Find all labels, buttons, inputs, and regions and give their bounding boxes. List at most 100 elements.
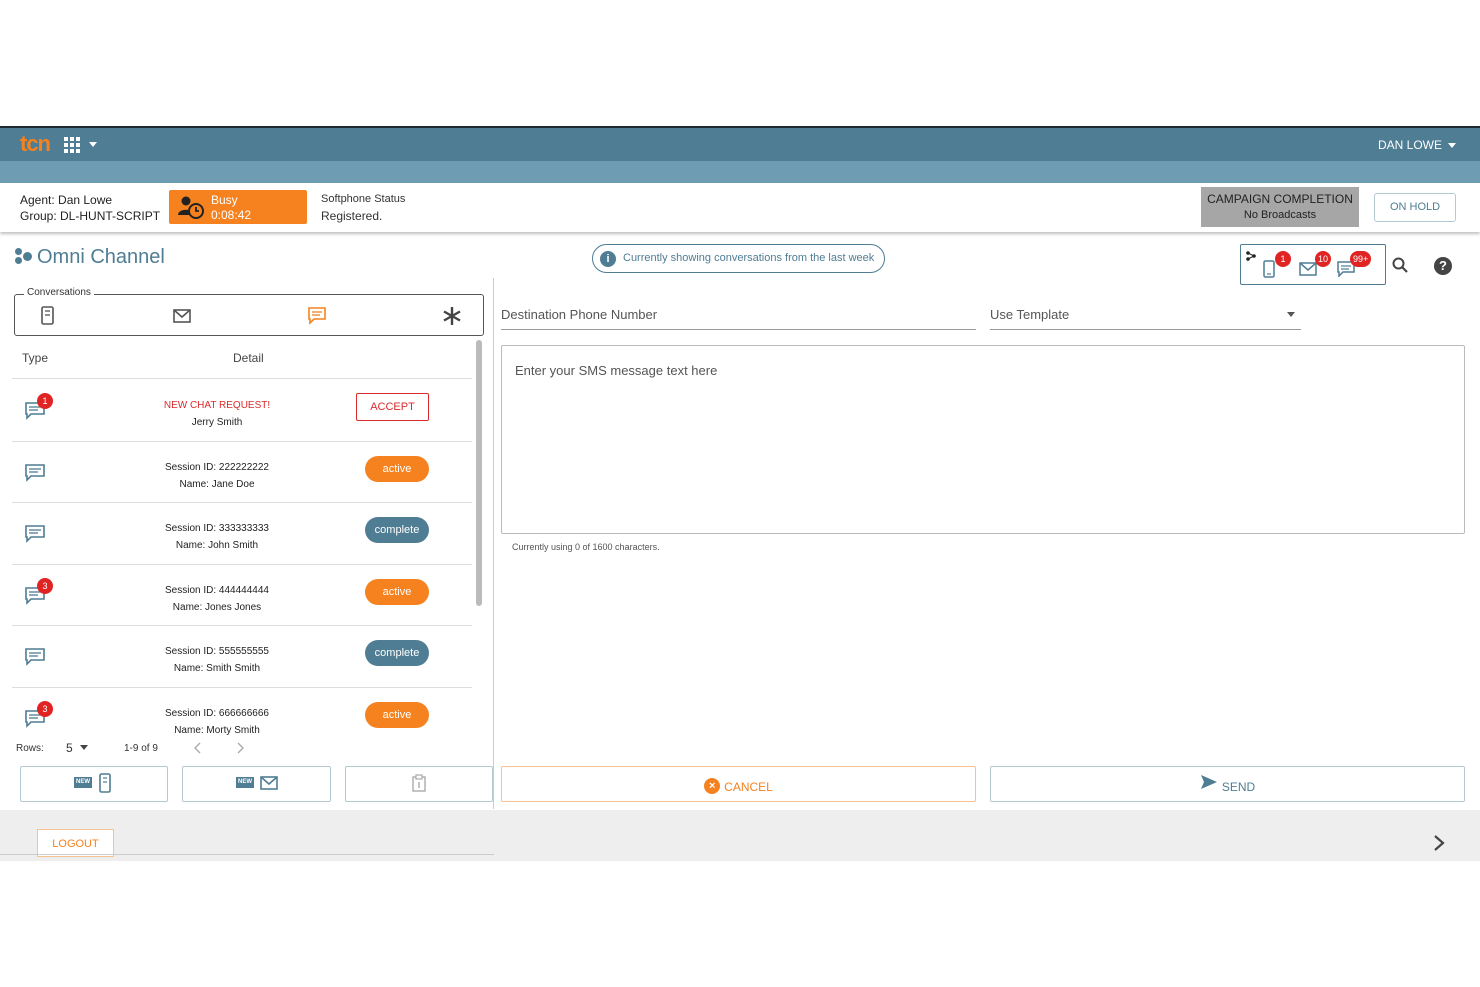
next-page-chevron-icon[interactable] <box>236 742 244 754</box>
unread-badge: 1 <box>37 393 53 409</box>
session-name: Name: Jones Jones <box>172 601 262 613</box>
panel-divider <box>493 278 494 809</box>
new-sms-button[interactable]: NEW <box>20 766 168 802</box>
row-detail: Session ID: 555555555 Name: Smith Smith <box>132 643 302 677</box>
row-detail-name: Jerry Smith <box>191 417 243 428</box>
on-hold-button[interactable]: ON HOLD <box>1374 193 1456 222</box>
info-icon: i <box>600 251 616 267</box>
page-title: Omni Channel <box>15 246 165 269</box>
tab-sms-phone-icon[interactable] <box>36 305 58 327</box>
session-name: Name: Morty Smith <box>174 724 260 736</box>
agent-name: Agent: Dan Lowe <box>20 193 113 207</box>
chat-icon <box>25 463 45 482</box>
info-banner: i Currently showing conversations from t… <box>592 244 885 273</box>
tab-chat-icon[interactable] <box>306 305 328 327</box>
info-banner-text: Currently showing conversations from the… <box>623 252 875 264</box>
page-title-text: Omni Channel <box>37 246 165 268</box>
conversations-channel-tabs: Conversations <box>14 287 484 336</box>
sms-phone-icon[interactable] <box>1263 260 1275 278</box>
new-email-button[interactable]: NEW <box>182 766 331 802</box>
status-timer: 0:08:42 <box>211 208 252 222</box>
apps-chevron-down-icon[interactable] <box>89 142 97 147</box>
accept-button[interactable]: ACCEPT <box>356 393 429 421</box>
rows-chevron-down-icon[interactable] <box>80 745 88 750</box>
table-row[interactable]: Session ID: 555555555 Name: Smith Smith … <box>12 626 472 688</box>
footer-bar: LOGOUT <box>0 810 1480 861</box>
campaign-subtitle: No Broadcasts <box>1243 209 1317 221</box>
footer-divider <box>0 854 494 855</box>
session-id: Session ID: 222222222 <box>165 461 269 473</box>
softphone-label: Softphone Status <box>321 193 406 205</box>
unread-badge: 3 <box>37 700 53 717</box>
row-detail: Session ID: 444444444 Name: Jones Jones <box>132 582 302 616</box>
status-badge[interactable]: active <box>365 701 429 728</box>
agent-status-busy[interactable]: Busy 0:08:42 <box>169 190 307 224</box>
send-button[interactable]: SEND <box>990 766 1465 802</box>
table-row[interactable]: 1 NEW CHAT REQUEST! Jerry Smith ACCEPT <box>12 380 472 442</box>
logout-button[interactable]: LOGOUT <box>37 829 114 857</box>
share-icon[interactable] <box>1246 251 1256 261</box>
table-row[interactable]: 3 Session ID: 666666666 Name: Morty Smit… <box>12 688 472 738</box>
agent-info: Agent: Dan Lowe Group: DL-HUNT-SCRIPT <box>20 192 160 224</box>
session-id: Session ID: 666666666 <box>165 707 269 719</box>
campaign-title: CAMPAIGN COMPLETION <box>1207 192 1353 206</box>
chat-icon <box>25 648 45 666</box>
use-template-label: Use Template <box>990 307 1070 322</box>
rows-per-page-label: Rows: <box>16 743 44 754</box>
sub-navbar <box>0 161 1480 183</box>
send-label: SEND <box>1221 780 1256 794</box>
campaign-status: CAMPAIGN COMPLETION No Broadcasts <box>1201 187 1359 227</box>
clipboard-icon <box>412 774 426 792</box>
cancel-button[interactable]: × CANCEL <box>501 766 976 802</box>
session-id: Session ID: 333333333 <box>165 523 269 534</box>
tcn-logo[interactable]: tcn <box>20 131 51 157</box>
table-row[interactable]: Session ID: 222222222 Name: Jane Doe act… <box>12 442 472 503</box>
status-badge[interactable]: complete <box>365 517 429 543</box>
status-badge[interactable]: active <box>365 455 429 482</box>
chevron-right-icon[interactable] <box>1432 834 1446 852</box>
session-id: Session ID: 444444444 <box>165 584 269 596</box>
omni-channel-icon <box>15 247 33 265</box>
tab-email-icon[interactable] <box>171 305 193 327</box>
agent-group: Group: DL-HUNT-SCRIPT <box>20 209 161 223</box>
phone-icon <box>99 773 111 793</box>
column-header-type: Type <box>22 351 49 365</box>
top-navbar: tcn DAN LOWE <box>0 126 1480 161</box>
search-icon[interactable] <box>1392 257 1408 273</box>
softphone-value: Registered. <box>321 209 383 223</box>
email-icon <box>260 776 278 790</box>
agent-status-bar: Agent: Dan Lowe Group: DL-HUNT-SCRIPT Bu… <box>0 183 1480 232</box>
conversations-scrollbar[interactable] <box>476 340 482 606</box>
rows-per-page-select[interactable]: 5 <box>66 741 73 755</box>
user-chevron-down-icon[interactable] <box>1448 143 1456 148</box>
session-name: Name: John Smith <box>175 540 259 551</box>
app-window: tcn DAN LOWE Agent: Dan Lowe Group: DL-H… <box>0 126 1480 861</box>
sms-count-badge: 1 <box>1275 251 1291 267</box>
use-template-select[interactable]: Use Template <box>990 302 1301 330</box>
status-badge[interactable]: complete <box>365 640 429 666</box>
clipboard-button[interactable] <box>345 766 493 802</box>
page-range: 1-9 of 9 <box>124 743 158 754</box>
email-icon[interactable] <box>1299 262 1317 276</box>
status-label: Busy <box>211 193 238 207</box>
session-name: Name: Smith Smith <box>173 663 261 674</box>
session-name: Name: Jane Doe <box>179 478 255 490</box>
help-icon[interactable]: ? <box>1434 257 1452 275</box>
tab-all-asterisk-icon[interactable] <box>441 305 463 327</box>
prev-page-chevron-icon[interactable] <box>194 742 202 754</box>
character-count: Currently using 0 of 1600 characters. <box>512 542 660 552</box>
session-id: Session ID: 555555555 <box>165 646 269 657</box>
notification-panel: 1 10 99+ <box>1240 244 1386 285</box>
user-menu[interactable]: DAN LOWE <box>1378 138 1442 152</box>
chat-request-label: NEW CHAT REQUEST! <box>163 400 271 411</box>
status-badge[interactable]: active <box>365 578 429 605</box>
table-row[interactable]: Session ID: 333333333 Name: John Smith c… <box>12 503 472 565</box>
apps-grid-icon[interactable] <box>64 137 80 153</box>
table-row[interactable]: 3 Session ID: 444444444 Name: Jones Jone… <box>12 565 472 626</box>
destination-phone-field[interactable]: Destination Phone Number <box>501 302 976 330</box>
row-detail: Session ID: 333333333 Name: John Smith <box>132 520 302 554</box>
template-chevron-down-icon[interactable] <box>1287 312 1295 317</box>
sms-message-input[interactable] <box>501 345 1465 534</box>
row-detail: Session ID: 222222222 Name: Jane Doe <box>132 459 302 493</box>
email-count-badge: 10 <box>1315 251 1332 267</box>
